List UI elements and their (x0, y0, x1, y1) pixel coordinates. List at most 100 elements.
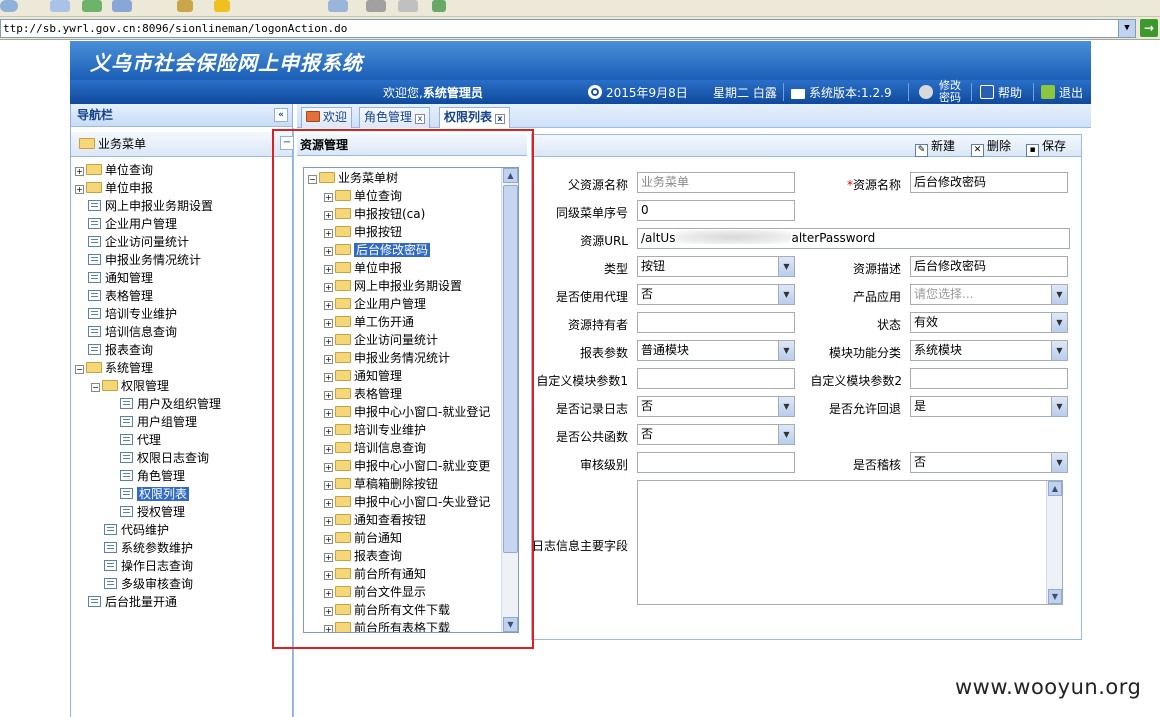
page-icon[interactable] (50, 0, 70, 12)
collapse-icon[interactable]: − (91, 383, 100, 392)
messenger-icon[interactable] (432, 0, 446, 12)
nav-item[interactable]: 用户组管理 (71, 413, 292, 431)
use-proxy-label: 是否使用代理 (555, 290, 628, 304)
print-icon[interactable] (366, 0, 386, 12)
document-icon (120, 434, 133, 445)
document-icon (104, 524, 117, 535)
nav-item[interactable]: − 系统管理 (71, 359, 292, 377)
document-icon (88, 596, 101, 607)
nav-item[interactable]: 申报业务情况统计 (71, 251, 292, 269)
nav-item[interactable]: 培训信息查询 (71, 323, 292, 341)
close-icon[interactable]: x (495, 114, 506, 124)
go-button[interactable]: → (1140, 19, 1158, 37)
type-select[interactable]: 按钮 ▼ (637, 256, 795, 277)
resource-url-field[interactable]: /altUs alterPassword (637, 228, 1070, 249)
description-label: 资源描述 (852, 262, 901, 276)
nav-item[interactable]: 网上申报业务期设置 (71, 197, 292, 215)
scroll-down-icon[interactable]: ▼ (1048, 589, 1062, 604)
expand-icon[interactable]: + (75, 167, 84, 176)
address-input[interactable]: ttp://sb.ywrl.gov.cn:8096/sionlineman/lo… (0, 19, 1136, 38)
nav-item[interactable]: 通知管理 (71, 269, 292, 287)
textarea-scrollbar[interactable]: ▲ ▼ (1046, 481, 1062, 604)
document-icon (88, 272, 101, 283)
nav-item[interactable]: 报表查询 (71, 341, 292, 359)
description-field[interactable]: 后台修改密码 (910, 256, 1068, 277)
report-param-label: 报表参数 (579, 346, 628, 360)
sort-order-field[interactable]: 0 (637, 200, 795, 221)
audit-level-field[interactable] (637, 452, 795, 473)
nav-item[interactable]: − 权限管理 (71, 377, 292, 395)
nav-collapse-button[interactable]: « (274, 108, 288, 122)
check-select[interactable]: 否 ▼ (910, 452, 1068, 473)
nav-tree: + 单位查询 + 单位申报 网上申报业务期设置 企业用户管理 企业访问量统计申报业务情况统计… (71, 157, 292, 611)
module-category-select[interactable]: 系统模块 ▼ (910, 340, 1068, 361)
mail-icon[interactable] (328, 0, 348, 12)
tab-role-management[interactable]: 角色管理 x (359, 107, 431, 128)
report-param-select[interactable]: 普通模块 ▼ (637, 340, 795, 361)
date-text: 2015年9月8日 (588, 84, 688, 101)
nav-item-label: 通知管理 (105, 271, 154, 285)
tab-permission-list[interactable]: 权限列表 x (439, 107, 511, 129)
nav-item[interactable]: 角色管理 (71, 467, 292, 485)
nav-item[interactable]: 多级审核查询 (71, 575, 292, 593)
clock-icon (588, 85, 602, 99)
nav-item[interactable]: 后台批量开通 (71, 593, 292, 611)
chevron-down-icon: ▼ (778, 257, 794, 276)
version-icon (791, 89, 805, 99)
back-icon[interactable] (0, 0, 18, 12)
close-icon[interactable]: x (415, 114, 426, 124)
nav-item[interactable]: 代理 (71, 431, 292, 449)
nav-item[interactable]: 操作日志查询 (71, 557, 292, 575)
edit-icon[interactable] (398, 0, 418, 12)
save-button[interactable]: ▪ 保存 (1026, 138, 1066, 157)
refresh-icon[interactable] (82, 0, 102, 12)
resource-name-field[interactable]: 后台修改密码 (910, 172, 1068, 193)
status-select[interactable]: 有效 ▼ (910, 312, 1068, 333)
nav-item[interactable]: 权限列表 (71, 485, 292, 503)
nav-section-header[interactable]: 业务菜单 (71, 132, 292, 157)
expand-icon[interactable]: + (75, 185, 84, 194)
address-dropdown-icon[interactable]: ▼ (1118, 20, 1135, 37)
nav-item[interactable]: 权限日志查询 (71, 449, 292, 467)
nav-item[interactable]: 代码维护 (71, 521, 292, 539)
allow-rollback-select[interactable]: 是 ▼ (910, 396, 1068, 417)
document-icon (88, 308, 101, 319)
delete-button[interactable]: ✕ 删除 (971, 138, 1011, 157)
document-icon (120, 506, 133, 517)
nav-item[interactable]: + 单位申报 (71, 179, 292, 197)
home-icon[interactable] (112, 0, 132, 12)
search-icon[interactable] (177, 0, 193, 12)
parent-name-field[interactable]: 业务菜单 (637, 172, 795, 193)
document-icon (104, 560, 117, 571)
tab-welcome[interactable]: 欢迎 (301, 107, 353, 128)
audit-level-label: 审核级别 (579, 458, 628, 472)
scroll-up-icon[interactable]: ▲ (1048, 481, 1062, 496)
nav-item[interactable]: 授权管理 (71, 503, 292, 521)
nav-item[interactable]: 企业访问量统计 (71, 233, 292, 251)
logout-button[interactable]: 退出 (1041, 84, 1083, 101)
nav-item[interactable]: 表格管理 (71, 287, 292, 305)
nav-item[interactable]: 用户及组织管理 (71, 395, 292, 413)
favorites-icon[interactable] (214, 0, 230, 12)
nav-item[interactable]: 企业用户管理 (71, 215, 292, 233)
nav-item[interactable]: + 单位查询 (71, 161, 292, 179)
nav-item-label: 培训专业维护 (105, 307, 178, 321)
document-icon (88, 236, 101, 247)
use-proxy-select[interactable]: 否 ▼ (637, 284, 795, 305)
custom-param2-field[interactable] (910, 368, 1068, 389)
new-button[interactable]: ✎ 新建 (915, 138, 955, 157)
nav-item[interactable]: 培训专业维护 (71, 305, 292, 323)
nav-item-label: 代码维护 (121, 523, 170, 537)
public-function-select[interactable]: 否 ▼ (637, 424, 795, 445)
log-record-select[interactable]: 否 ▼ (637, 396, 795, 417)
log-fields-textarea[interactable]: ▲ ▼ (637, 480, 1063, 605)
custom-param1-field[interactable] (637, 368, 795, 389)
document-icon (104, 578, 117, 589)
collapse-icon[interactable]: − (75, 365, 84, 374)
nav-item-label: 申报业务情况统计 (105, 253, 202, 267)
welcome-text: 欢迎您,系统管理员 (383, 86, 483, 100)
product-select[interactable]: 请您选择... ▼ (910, 284, 1068, 305)
holder-field[interactable] (637, 312, 795, 333)
nav-item[interactable]: 系统参数维护 (71, 539, 292, 557)
help-button[interactable]: 帮助 (980, 84, 1022, 101)
